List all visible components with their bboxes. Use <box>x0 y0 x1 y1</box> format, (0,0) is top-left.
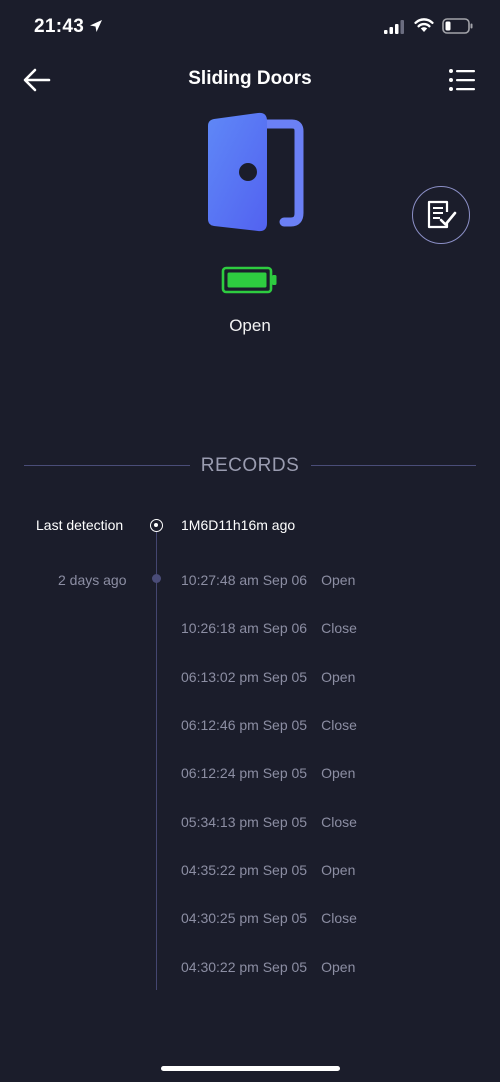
record-state: Close <box>321 717 357 733</box>
record-row: 10:27:48 am Sep 06 Open <box>181 572 355 588</box>
record-time: 06:12:24 pm Sep 05 <box>181 765 308 781</box>
page-title: Sliding Doors <box>188 68 312 89</box>
status-bar: 21:43 <box>0 0 500 56</box>
record-time: 10:26:18 am Sep 06 <box>181 620 308 636</box>
record-row: 06:12:24 pm Sep 05 Open <box>181 765 355 781</box>
record-state: Open <box>321 669 356 685</box>
battery-icon <box>442 18 473 34</box>
arrow-left-icon <box>23 68 51 92</box>
back-button[interactable] <box>22 66 52 94</box>
location-arrow-icon <box>90 20 102 32</box>
record-time: 06:12:46 pm Sep 05 <box>181 717 308 733</box>
record-time: 04:35:22 pm Sep 05 <box>181 862 308 878</box>
last-detection-dot <box>150 519 163 532</box>
battery-full-icon <box>221 266 277 294</box>
record-state: Open <box>321 765 356 781</box>
record-time: 05:34:13 pm Sep 05 <box>181 814 308 830</box>
record-state: Close <box>321 620 357 636</box>
record-state: Open <box>321 959 356 975</box>
timeline-dot <box>152 574 161 583</box>
record-time: 06:13:02 pm Sep 05 <box>181 669 308 685</box>
record-time: 04:30:25 pm Sep 05 <box>181 910 308 926</box>
last-detection-value: 1M6D11h16m ago <box>181 517 296 533</box>
wifi-icon <box>414 18 434 32</box>
device-state: Open <box>229 316 271 335</box>
record-time: 10:27:48 am Sep 06 <box>181 572 308 588</box>
menu-button[interactable] <box>448 68 476 92</box>
cellular-signal-icon <box>384 20 404 34</box>
record-time: 04:30:22 pm Sep 05 <box>181 959 308 975</box>
home-indicator[interactable] <box>161 1066 340 1071</box>
record-row: 06:13:02 pm Sep 05 Open <box>181 669 355 685</box>
record-state: Close <box>321 814 357 830</box>
record-row: 06:12:46 pm Sep 05 Close <box>181 717 357 733</box>
record-state: Open <box>321 862 356 878</box>
record-row: 04:35:22 pm Sep 05 Open <box>181 862 355 878</box>
screen: 21:43 Sliding Doors Open RECORDS Last de… <box>0 0 500 1082</box>
record-row: 05:34:13 pm Sep 05 Close <box>181 814 357 830</box>
record-state: Close <box>321 910 357 926</box>
timeline-line <box>156 528 157 990</box>
record-row: 04:30:25 pm Sep 05 Close <box>181 910 357 926</box>
status-time: 21:43 <box>34 16 85 37</box>
record-row: 10:26:18 am Sep 06 Close <box>181 620 357 636</box>
record-row: 04:30:22 pm Sep 05 Open <box>181 959 355 975</box>
report-button[interactable] <box>412 186 470 244</box>
report-check-icon <box>427 200 457 229</box>
group-label: 2 days ago <box>58 572 127 588</box>
list-menu-icon <box>449 69 475 91</box>
divider <box>311 465 476 466</box>
last-detection-label: Last detection <box>36 517 124 533</box>
record-state: Open <box>321 572 356 588</box>
door-open-icon <box>208 112 304 232</box>
records-title: RECORDS <box>200 455 300 476</box>
